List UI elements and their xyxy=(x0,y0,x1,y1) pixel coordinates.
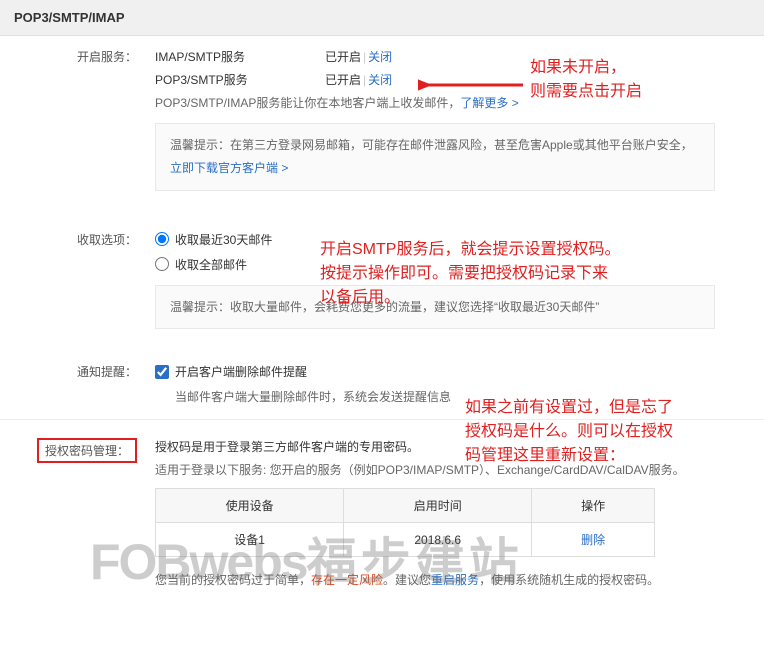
auth-table: 使用设备 启用时间 操作 设备1 2018.6.6 删除 xyxy=(155,488,655,557)
radio-all[interactable]: 收取全部邮件 xyxy=(155,256,752,273)
notify-checkbox-row[interactable]: 开启客户端删除邮件提醒 xyxy=(155,363,752,380)
radio-30days[interactable]: 收取最近30天邮件 xyxy=(155,231,752,248)
auth-line2: 适用于登录以下服务: 您开启的服务（例如POP3/IMAP/SMTP）、Exch… xyxy=(155,461,752,478)
page-header: POP3/SMTP/IMAP xyxy=(0,0,764,36)
divider: | xyxy=(363,50,366,64)
section-services: 开启服务： IMAP/SMTP服务 已开启 | 关闭 POP3/SMTP服务 已… xyxy=(0,36,764,191)
service-status: 已开启 xyxy=(325,71,361,88)
table-row: 设备1 2018.6.6 删除 xyxy=(156,523,655,557)
td-time: 2018.6.6 xyxy=(344,523,532,557)
notify-subnote: 当邮件客户端大量删除邮件时，系统会发送提醒信息 xyxy=(175,388,752,405)
receive-label: 收取选项： xyxy=(0,231,155,330)
delete-link[interactable]: 删除 xyxy=(581,533,605,547)
td-device: 设备1 xyxy=(156,523,344,557)
radio-30days-input[interactable] xyxy=(155,232,169,246)
auth-footer: 您当前的授权密码过于简单，存在一定风险。建议您重启服务，使用系统随机生成的授权密… xyxy=(155,571,752,588)
download-client-link[interactable]: 立即下载官方客户端 > xyxy=(170,161,288,175)
notify-checkbox[interactable] xyxy=(155,365,169,379)
service-close-link[interactable]: 关闭 xyxy=(368,71,392,88)
table-header-row: 使用设备 启用时间 操作 xyxy=(156,489,655,523)
section-notify: 通知提醒： 开启客户端删除邮件提醒 当邮件客户端大量删除邮件时，系统会发送提醒信… xyxy=(0,351,764,405)
auth-line1: 授权码是用于登录第三方邮件客户端的专用密码。 xyxy=(155,438,752,455)
services-tip: 温馨提示：在第三方登录网易邮箱，可能存在邮件泄露风险，甚至危害Apple或其他平… xyxy=(155,123,715,191)
th-action: 操作 xyxy=(532,489,655,523)
separator xyxy=(0,419,764,420)
auth-label-highlight: 授权密码管理： xyxy=(37,438,137,463)
page-title: POP3/SMTP/IMAP xyxy=(14,10,125,25)
section-receive: 收取选项： 收取最近30天邮件 收取全部邮件 温馨提示：收取大量邮件，会耗费您更… xyxy=(0,219,764,330)
section-auth: 授权密码管理： 授权码是用于登录第三方邮件客户端的专用密码。 适用于登录以下服务… xyxy=(0,426,764,588)
service-status: 已开启 xyxy=(325,48,361,65)
restart-service-link[interactable]: 重启服务 xyxy=(431,573,479,587)
th-time: 启用时间 xyxy=(344,489,532,523)
auth-label-col: 授权密码管理： xyxy=(0,438,155,588)
service-close-link[interactable]: 关闭 xyxy=(368,48,392,65)
radio-all-input[interactable] xyxy=(155,257,169,271)
learn-more-link[interactable]: 了解更多 > xyxy=(460,96,518,110)
services-label: 开启服务： xyxy=(0,48,155,191)
receive-tip: 温馨提示：收取大量邮件，会耗费您更多的流量，建议您选择“收取最近30天邮件” xyxy=(155,285,715,330)
service-row-pop3: POP3/SMTP服务 已开启 | 关闭 xyxy=(155,71,752,88)
divider: | xyxy=(363,73,366,87)
services-desc: POP3/SMTP/IMAP服务能让你在本地客户端上收发邮件，了解更多 > xyxy=(155,94,752,111)
notify-label: 通知提醒： xyxy=(0,363,155,405)
service-name: POP3/SMTP服务 xyxy=(155,71,325,88)
th-device: 使用设备 xyxy=(156,489,344,523)
service-name: IMAP/SMTP服务 xyxy=(155,48,325,65)
service-row-imap: IMAP/SMTP服务 已开启 | 关闭 xyxy=(155,48,752,65)
